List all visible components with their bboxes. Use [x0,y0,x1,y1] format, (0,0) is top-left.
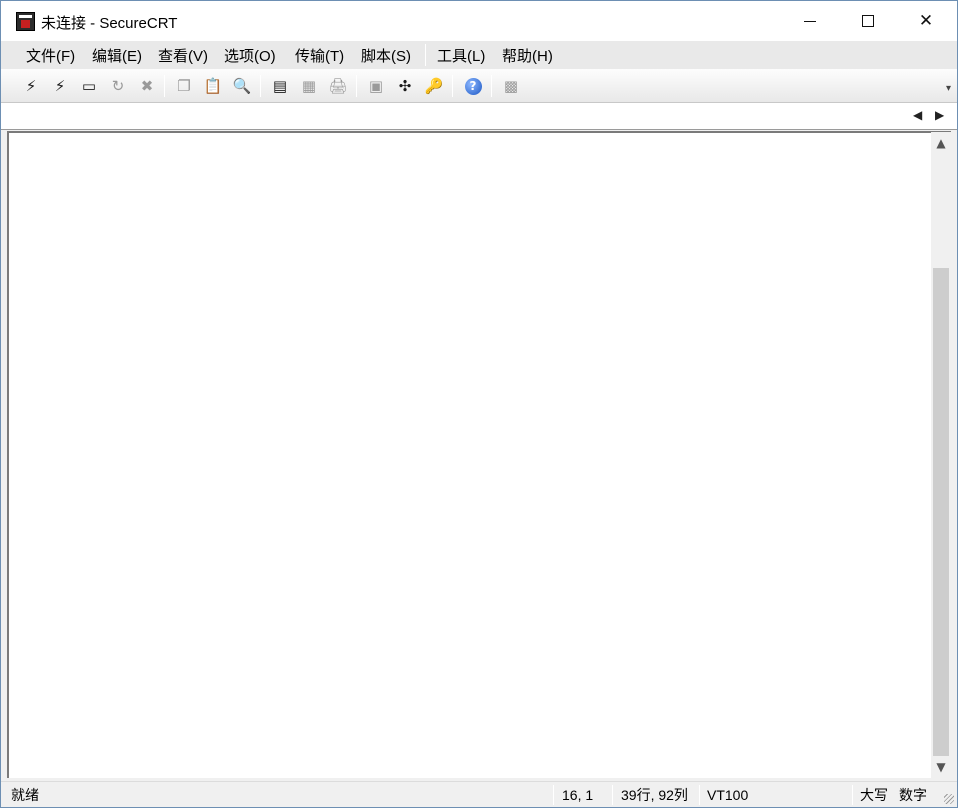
status-divider [553,785,554,805]
securecrt-window: 未连接 - SecureCRT ✕ 文件(F) 编辑(E) 查看(V) 选项(O… [0,0,958,808]
help-button[interactable]: ? [462,75,484,97]
find-button[interactable]: 🔍 [231,75,253,97]
menu-tools[interactable]: 工具(L) [437,45,485,66]
menu-help[interactable]: 帮助(H) [502,45,553,66]
reconnect-button[interactable]: ↻ [107,75,129,97]
toolbar: ⚡ ⚡ ▭ ↻ ✖ ❐ 📋 🔍 ▤ ▦ 🖨 ▣ ✣ 🔑 ? ▩ ▾ [1,69,957,103]
menu-view[interactable]: 查看(V) [158,45,208,66]
status-text: 就绪 [11,787,39,803]
num-lock-indicator: 数字 [899,787,927,803]
copy-icon: ❐ [177,76,191,95]
resize-grip-icon[interactable] [944,794,954,804]
disconnect-icon: ✖ [140,76,154,95]
print-screen-button[interactable]: ▤ [269,75,291,97]
paste-icon: 📋 [203,76,223,95]
connect-icon: ⚡ [25,76,37,95]
scrollbar-thumb[interactable] [933,268,949,756]
global-options-icon: ✣ [398,76,412,95]
maximize-button[interactable] [839,1,897,41]
toolbar-separator [491,75,492,97]
tab-scroll-right-icon[interactable]: ▶ [935,108,944,122]
status-divider [852,785,853,805]
caps-lock-indicator: 大写 [860,787,888,803]
print-icon: 🖨 [328,76,348,95]
status-divider [699,785,700,805]
securecrt-app-icon[interactable] [16,12,35,31]
session-options-button[interactable]: ▣ [365,75,387,97]
menu-transfer[interactable]: 传输(T) [295,45,344,66]
terminal-area[interactable] [7,131,951,778]
connect-in-tab-icon: ▭ [81,76,97,95]
cursor-position: 16, 1 [562,787,594,803]
session-tab-strip: ◀ ▶ [1,103,957,130]
vertical-scrollbar[interactable]: ▲ ▼ [931,132,951,778]
keymap-icon: 🔑 [424,76,444,95]
title-bar[interactable]: 未连接 - SecureCRT ✕ [1,1,957,41]
keymap-button[interactable]: 🔑 [423,75,445,97]
print-button[interactable]: 🖨 [327,75,349,97]
disconnect-button[interactable]: ✖ [136,75,158,97]
menu-separator [425,44,426,66]
session-options-icon: ▣ [368,76,384,95]
close-button[interactable]: ✕ [897,1,955,41]
tab-scroll-left-icon[interactable]: ◀ [913,108,922,122]
quick-connect-icon: ⚡ [54,76,66,95]
terminal-dimensions: 39行, 92列 [621,787,688,803]
menu-edit[interactable]: 编辑(E) [92,45,142,66]
connect-in-tab-button[interactable]: ▭ [78,75,100,97]
about-button[interactable]: ▩ [500,75,522,97]
menu-options[interactable]: 选项(O) [224,45,276,66]
status-divider [612,785,613,805]
help-icon: ? [464,77,482,95]
scroll-up-icon[interactable]: ▲ [931,132,951,154]
terminal-type: VT100 [707,787,749,803]
window-title: 未连接 - SecureCRT [41,15,178,32]
menu-bar: 文件(F) 编辑(E) 查看(V) 选项(O) 传输(T) 脚本(S) 工具(L… [1,41,957,69]
connect-button[interactable]: ⚡ [20,75,42,97]
print-selection-button[interactable]: ▦ [298,75,320,97]
about-icon: ▩ [503,76,519,95]
copy-button[interactable]: ❐ [173,75,195,97]
status-bar: 就绪 16, 1 39行, 92列 VT100 大写 数字 [1,781,957,807]
minimize-icon [804,20,816,22]
close-icon: ✕ [918,11,934,31]
find-icon: 🔍 [232,76,252,95]
paste-button[interactable]: 📋 [202,75,224,97]
quick-connect-button[interactable]: ⚡ [49,75,71,97]
toolbar-separator [164,75,165,97]
toolbar-separator [452,75,453,97]
minimize-button[interactable] [781,1,839,41]
menu-script[interactable]: 脚本(S) [361,45,411,66]
reconnect-icon: ↻ [111,76,125,95]
maximize-icon [862,15,874,27]
print-screen-icon: ▤ [272,76,288,95]
toolbar-overflow-icon[interactable]: ▾ [946,83,951,94]
menu-file[interactable]: 文件(F) [26,45,75,66]
toolbar-separator [260,75,261,97]
global-options-button[interactable]: ✣ [394,75,416,97]
scroll-down-icon[interactable]: ▼ [931,756,951,778]
toolbar-separator [356,75,357,97]
print-selection-icon: ▦ [301,76,317,95]
